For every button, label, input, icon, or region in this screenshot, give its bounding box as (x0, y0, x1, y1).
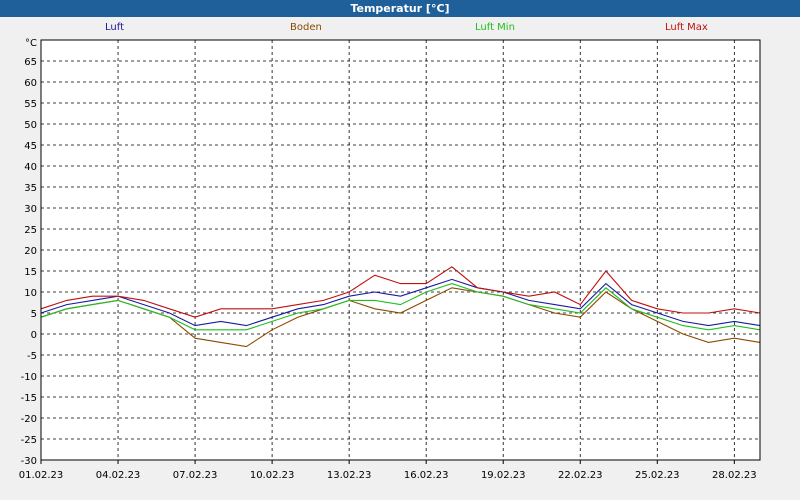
y-tick-label: 55 (24, 99, 37, 110)
y-tick-label: 20 (24, 246, 37, 257)
y-tick-label: 10 (24, 288, 37, 299)
y-tick-label: 0 (31, 330, 37, 341)
x-tick-label: 22.02.23 (558, 470, 603, 481)
y-tick-label: -20 (21, 414, 37, 425)
y-tick-label: 60 (24, 78, 37, 89)
y-tick-label: -5 (27, 351, 37, 362)
plot-background (41, 40, 760, 460)
y-tick-label: -30 (21, 456, 37, 467)
y-tick-label: -25 (21, 435, 37, 446)
x-tick-label: 19.02.23 (481, 470, 526, 481)
y-tick-label: 35 (24, 183, 37, 194)
y-tick-label: 15 (24, 267, 37, 278)
x-tick-label: 04.02.23 (96, 470, 141, 481)
y-tick-label: 65 (24, 57, 37, 68)
x-tick-label: 01.02.23 (19, 470, 64, 481)
y-tick-label: 45 (24, 141, 37, 152)
x-tick-label: 28.02.23 (712, 470, 757, 481)
chart-area: -30 -25 -20 -15 -10 -5 0 5 10 15 20 25 30 35 40 45 50 55 6… (19, 38, 761, 481)
x-tick-label: 10.02.23 (250, 470, 295, 481)
y-tick-label: 30 (24, 204, 37, 215)
x-tick-label: 25.02.23 (635, 470, 680, 481)
grid (41, 40, 760, 460)
y-tick-label: 50 (24, 120, 37, 131)
y-tick-label: -10 (21, 372, 37, 383)
y-tick-label: 5 (31, 309, 37, 320)
x-tick-label: 13.02.23 (327, 470, 372, 481)
y-tick-label: 25 (24, 225, 37, 236)
y-tick-label: -15 (21, 393, 37, 404)
y-axis-unit: °C (25, 38, 37, 49)
y-tick-label: 40 (24, 162, 37, 173)
x-tick-label: 16.02.23 (404, 470, 449, 481)
x-tick-label: 07.02.23 (173, 470, 218, 481)
